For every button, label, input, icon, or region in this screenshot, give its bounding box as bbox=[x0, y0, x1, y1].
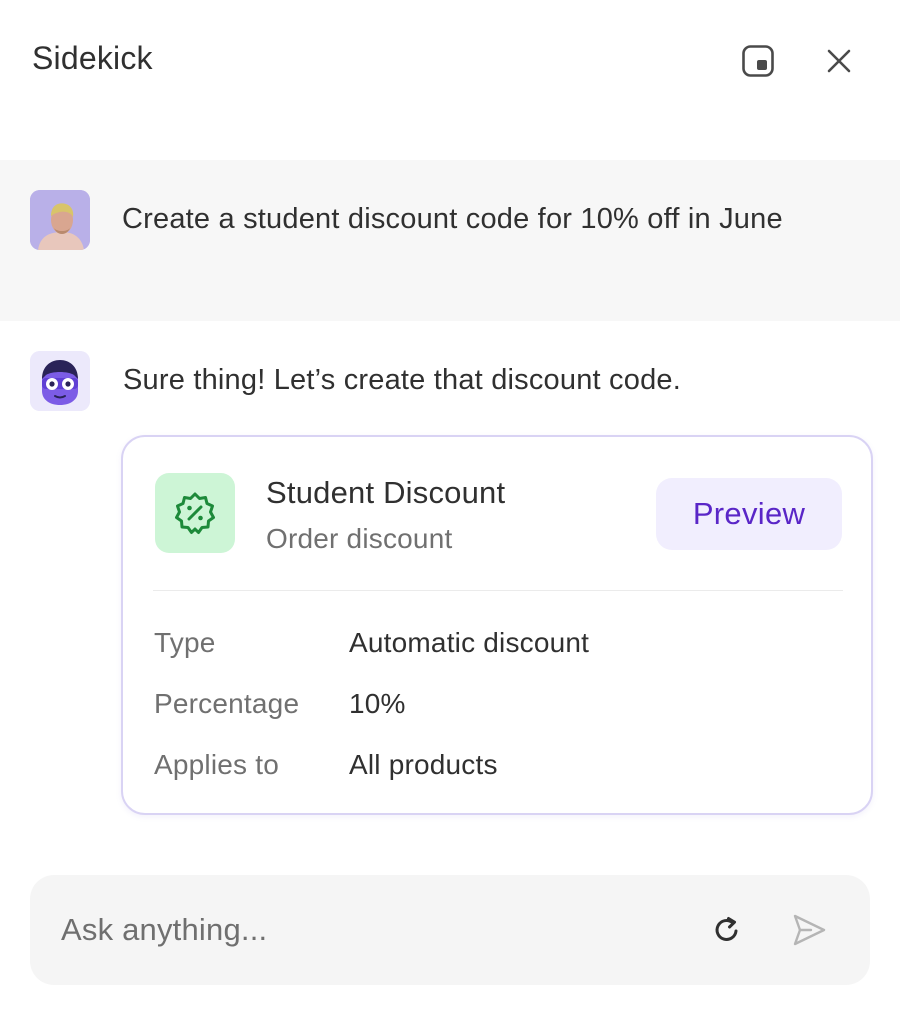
applies-to-label: Applies to bbox=[154, 749, 279, 780]
preview-button[interactable]: Preview bbox=[656, 478, 842, 550]
discount-card: Student Discount Order discount Preview … bbox=[121, 435, 873, 815]
dock-panel-icon bbox=[742, 45, 774, 77]
dock-panel-button[interactable] bbox=[734, 37, 782, 85]
sidekick-panel: Sidekick Create a student discount code … bbox=[0, 0, 900, 1016]
assistant-message-text: Sure thing! Let’s create that discount c… bbox=[123, 364, 682, 396]
type-value: Automatic discount bbox=[349, 627, 590, 658]
refresh-button[interactable] bbox=[701, 904, 753, 956]
percentage-label: Percentage bbox=[154, 688, 300, 719]
panel-title: Sidekick bbox=[32, 40, 153, 76]
sidekick-avatar bbox=[30, 351, 90, 411]
panel-header: Sidekick bbox=[0, 0, 900, 120]
applies-to-value: All products bbox=[349, 749, 498, 780]
user-avatar bbox=[30, 190, 90, 250]
discount-badge-icon bbox=[175, 492, 215, 534]
user-message-text: Create a student discount code for 10% o… bbox=[122, 203, 783, 235]
card-divider bbox=[153, 590, 843, 591]
discount-title: Student Discount bbox=[266, 475, 506, 510]
percentage-value: 10% bbox=[349, 688, 406, 719]
discount-badge bbox=[155, 473, 235, 553]
composer bbox=[30, 875, 870, 985]
close-button[interactable] bbox=[815, 37, 863, 85]
refresh-icon bbox=[715, 917, 738, 941]
ask-input[interactable] bbox=[61, 903, 661, 957]
discount-subtitle: Order discount bbox=[266, 523, 453, 554]
send-icon bbox=[793, 914, 826, 946]
close-icon bbox=[827, 49, 851, 73]
type-label: Type bbox=[154, 627, 216, 658]
send-button[interactable] bbox=[783, 904, 835, 956]
